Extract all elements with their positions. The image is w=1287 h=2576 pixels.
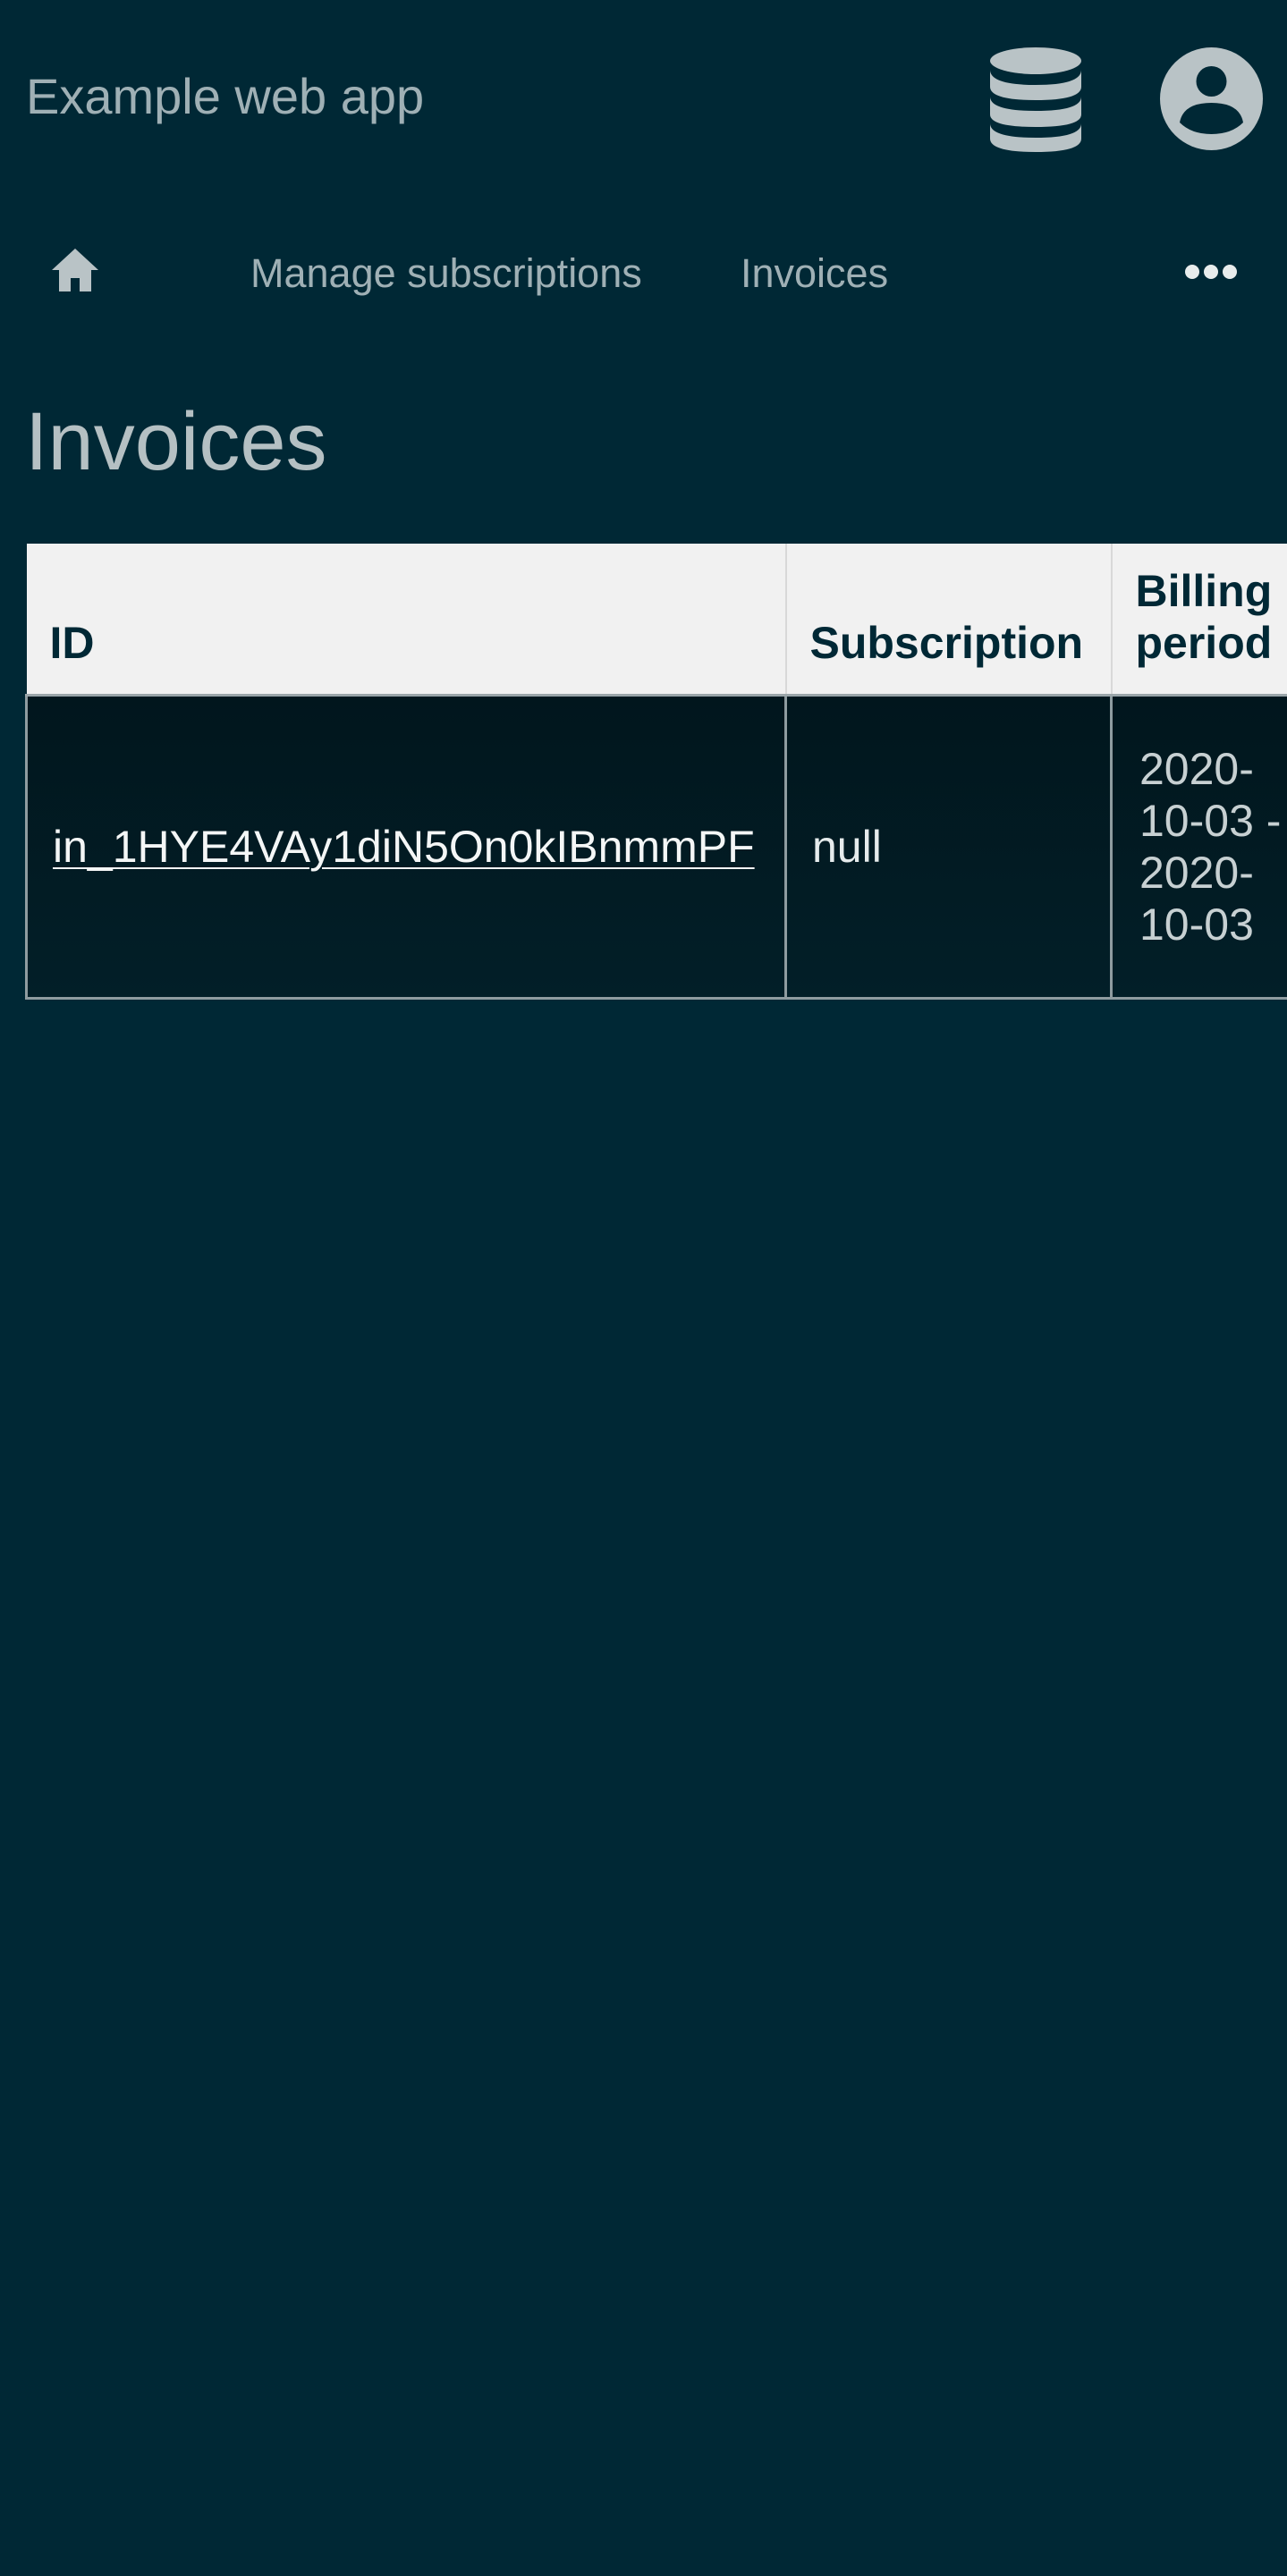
invoice-id-link[interactable]: in_1HYE4VAy1diN5On0kIBnmmPF	[53, 822, 755, 872]
nav-item-invoices[interactable]: Invoices	[741, 250, 888, 297]
column-header-id: ID	[26, 544, 787, 697]
nav-item-manage-subscriptions[interactable]: Manage subscriptions	[250, 250, 642, 297]
column-header-subscription: Subscription	[785, 544, 1113, 697]
invoice-id-cell: in_1HYE4VAy1diN5On0kIBnmmPF	[25, 695, 786, 1000]
invoices-table-container[interactable]: ID Subscription Billing period in_1HYE4V…	[25, 544, 1287, 1000]
main-nav: Manage subscriptions Invoices	[0, 224, 1287, 322]
app-title[interactable]: Example web app	[26, 68, 424, 125]
page-title: Invoices	[25, 396, 327, 487]
subscription-cell: null	[784, 695, 1112, 1000]
table-row: in_1HYE4VAy1diN5On0kIBnmmPF null 2020-10…	[25, 695, 1287, 1000]
more-horizontal-icon[interactable]	[1183, 261, 1239, 283]
user-account-icon[interactable]	[1160, 47, 1263, 150]
home-icon[interactable]	[50, 247, 100, 293]
app-header: Example web app	[0, 0, 1287, 192]
column-header-billing-period: Billing period	[1111, 544, 1287, 697]
billing-period-cell: 2020-10-03 - 2020-10-03	[1110, 695, 1287, 1000]
invoices-table: ID Subscription Billing period in_1HYE4V…	[25, 544, 1287, 1000]
database-icon[interactable]	[988, 46, 1083, 152]
table-header-row: ID Subscription Billing period	[26, 544, 1287, 697]
